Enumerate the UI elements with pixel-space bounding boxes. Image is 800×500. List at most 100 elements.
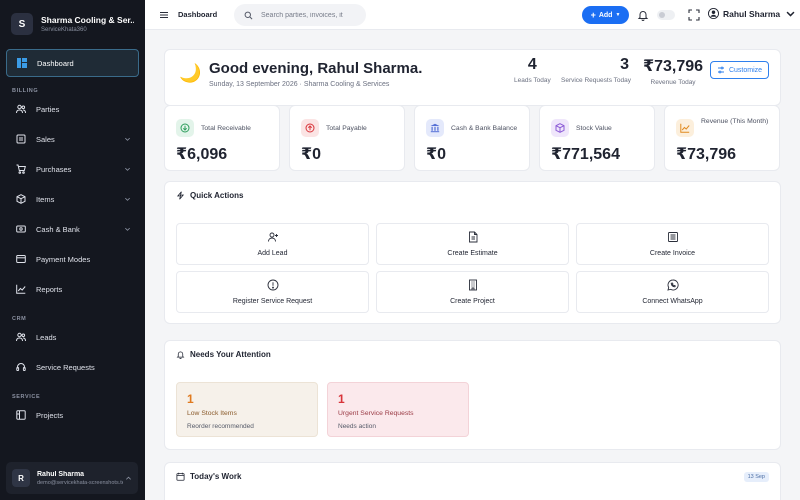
user-name: Rahul Sharma [37, 470, 85, 478]
brand[interactable]: S Sharma Cooling & Ser... ServiceKhata36… [0, 0, 145, 48]
users-icon [16, 104, 26, 114]
customize-button[interactable]: Customize [710, 61, 769, 79]
quick-action-label: Connect WhatsApp [642, 298, 703, 305]
sidebar-item-cash-bank[interactable]: Cash & Bank [0, 214, 145, 244]
user-menu[interactable]: R Rahul Sharma demo@servicekhata-screens… [6, 462, 138, 494]
kpi-value: ₹0 [301, 146, 322, 163]
kpi-label: Total Payable [326, 125, 367, 132]
sidebar-item-dashboard[interactable]: Dashboard [6, 49, 139, 77]
sidebar-item-projects[interactable]: Projects [0, 400, 145, 430]
chevron-down-icon [125, 197, 130, 201]
sidebar-item-label: Sales [36, 134, 55, 144]
chevron-down-icon [125, 227, 130, 231]
invoice-icon [667, 232, 678, 242]
avatar: R [12, 469, 30, 487]
sidebar-item-label: Reports [36, 284, 63, 294]
urgent-service-requests-alert[interactable]: 1 Urgent Service Requests Needs action [327, 382, 469, 437]
add-lead-button[interactable]: Add Lead [176, 223, 369, 265]
alert-subtitle: Reorder recommended [187, 423, 254, 430]
kpi-value: ₹771,564 [551, 146, 620, 163]
user-plus-icon [267, 232, 278, 242]
create-project-button[interactable]: Create Project [376, 271, 569, 313]
sidebar-item-label: Parties [36, 104, 60, 114]
quick-action-label: Create Project [450, 298, 495, 305]
quick-action-label: Create Estimate [447, 250, 498, 257]
quick-action-label: Register Service Request [232, 298, 313, 305]
search-icon [244, 11, 253, 19]
stat-value: 3 [620, 56, 629, 73]
kpi-cash-bank-balance[interactable]: Cash & Bank Balance ₹0 [414, 105, 530, 171]
sidebar-item-sales[interactable]: Sales [0, 124, 145, 154]
sidebar-item-service-requests[interactable]: Service Requests [0, 352, 145, 382]
search-bar[interactable] [234, 4, 366, 26]
sidebar-item-reports[interactable]: Reports [0, 274, 145, 304]
box-icon [551, 119, 569, 137]
panel-header: Today's Work [176, 472, 241, 481]
chevron-down-icon [786, 11, 795, 17]
user-circle-icon [708, 8, 719, 19]
panel-header: Needs Your Attention [176, 350, 271, 359]
fullscreen-icon[interactable] [688, 9, 700, 21]
user-email: demo@servicekhata-screenshots.test [37, 479, 123, 486]
bell-icon[interactable] [637, 9, 649, 21]
alert-title: Urgent Service Requests [338, 410, 414, 417]
document-icon [468, 231, 477, 243]
lightning-icon [176, 191, 185, 200]
create-invoice-button[interactable]: Create Invoice [576, 223, 769, 265]
bank-icon [426, 119, 444, 137]
kpi-stock-value[interactable]: Stock Value ₹771,564 [539, 105, 655, 171]
stat-leads-today[interactable]: 4 Leads Today [514, 56, 551, 84]
search-input[interactable] [261, 11, 361, 19]
alert-circle-icon [267, 279, 278, 291]
chart-line-icon [16, 284, 26, 294]
date-badge: 13 Sep [743, 472, 769, 482]
projects-icon [16, 410, 26, 420]
calendar-icon [176, 472, 185, 481]
kpi-total-payable[interactable]: Total Payable ₹0 [289, 105, 405, 171]
connect-whatsapp-button[interactable]: Connect WhatsApp [576, 271, 769, 313]
sliders-icon [717, 66, 724, 74]
quick-actions-panel: Quick Actions Add Lead Create Estimate C… [164, 181, 781, 324]
sidebar-item-label: Projects [36, 410, 64, 420]
stat-value: ₹73,796 [643, 58, 704, 75]
sidebar-item-purchases[interactable]: Purchases [0, 154, 145, 184]
sidebar-item-items[interactable]: Items [0, 184, 145, 214]
sidebar-item-label: Cash & Bank [36, 224, 80, 234]
wallet-icon [16, 224, 26, 234]
kpi-revenue-this-month[interactable]: Revenue (This Month) ₹73,796 [664, 105, 780, 171]
sidebar-item-label: Service Requests [36, 362, 95, 372]
section-label-crm: CRM [12, 316, 27, 322]
sidebar-item-leads[interactable]: Leads [0, 322, 145, 352]
add-button[interactable]: + Add ▼ [582, 6, 629, 24]
sidebar-item-parties[interactable]: Parties [0, 94, 145, 124]
profile-menu[interactable]: Rahul Sharma [708, 8, 796, 19]
theme-toggle[interactable] [657, 10, 675, 20]
customize-label: Customize [728, 66, 763, 74]
topbar: Dashboard + Add ▼ Rahul Sharma [145, 0, 800, 30]
chevron-up-icon [126, 476, 131, 480]
brand-name: Sharma Cooling & Ser... [41, 15, 134, 25]
stat-value: 4 [527, 56, 537, 73]
credit-card-icon [16, 254, 26, 264]
profile-name: Rahul Sharma [723, 8, 781, 19]
sidebar-item-payment-modes[interactable]: Payment Modes [0, 244, 145, 274]
kpi-total-receivable[interactable]: Total Receivable ₹6,096 [164, 105, 280, 171]
sidebar-item-label: Purchases [36, 164, 72, 174]
sidebar-item-label: Leads [36, 332, 57, 342]
stat-label: Revenue Today [650, 79, 696, 86]
attention-panel: Needs Your Attention 1 Low Stock Items R… [164, 340, 781, 450]
kpi-label: Total Receivable [201, 125, 251, 132]
low-stock-alert[interactable]: 1 Low Stock Items Reorder recommended [176, 382, 318, 437]
stat-revenue-today[interactable]: ₹73,796 Revenue Today [643, 56, 703, 86]
menu-icon[interactable] [159, 10, 169, 20]
alert-title: Low Stock Items [187, 410, 237, 417]
create-estimate-button[interactable]: Create Estimate [376, 223, 569, 265]
alert-subtitle: Needs action [338, 423, 376, 430]
box-icon [16, 194, 26, 204]
stat-service-requests-today[interactable]: 3 Service Requests Today [561, 56, 631, 84]
panel-title: Quick Actions [190, 191, 244, 200]
kpi-value: ₹6,096 [176, 146, 228, 163]
section-label-billing: BILLING [12, 88, 39, 94]
register-service-request-button[interactable]: Register Service Request [176, 271, 369, 313]
kpi-label: Revenue (This Month) [701, 118, 769, 125]
